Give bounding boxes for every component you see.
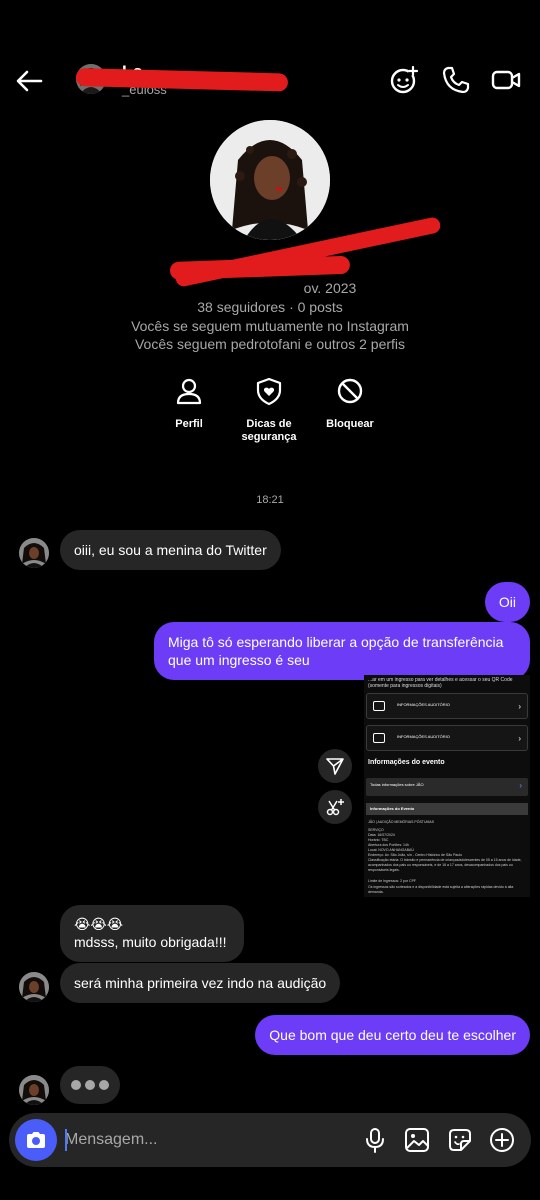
shot-all-info-bar: Todas informações sobre JÃO › (366, 778, 528, 796)
typing-dot (71, 1080, 81, 1090)
magic-edit-icon (326, 799, 344, 816)
shot-info-card: INFORMAÇÕES AUDITÓRIO › (366, 693, 528, 719)
sender-avatar[interactable] (19, 1075, 49, 1105)
profile-handle-line: ov. 2023 (303, 280, 357, 296)
sender-avatar[interactable] (19, 972, 49, 1002)
chevron-right-icon: › (518, 702, 521, 711)
person-icon (176, 378, 202, 405)
ticket-icon (373, 701, 385, 711)
camera-icon (27, 1132, 45, 1148)
shot-detail: Limite de ingressos: 2 por CPF (368, 879, 417, 883)
shot-event-line: JÃO | AUDIÇÃO MEMÓRIAS PÓSTUMAS (368, 820, 435, 824)
redaction-mark (75, 68, 289, 92)
mutual-follow-text: Vocês se seguem mutuamente no Instagram (131, 318, 409, 334)
chevron-right-icon: › (518, 734, 521, 743)
shot-section-title: Informações do evento (368, 759, 445, 766)
shot-intro-text: ...ar em um ingresso para ver detalhes e… (368, 677, 513, 689)
phone-icon[interactable] (440, 64, 472, 96)
chat-header: Lo _euloss (0, 50, 540, 110)
message-text: mdsss, muito obrigada!!! (74, 934, 227, 950)
message-timestamp: 18:21 (256, 494, 284, 506)
profile-stats: 38 seguidores · 0 posts (197, 299, 343, 315)
send-icon (326, 758, 344, 775)
incoming-message-group[interactable]: 😭😭😭 mdsss, muito obrigada!!! (60, 905, 244, 962)
incoming-message[interactable]: oiii, eu sou a menina do Twitter (60, 530, 281, 570)
shared-image[interactable]: ...ar em um ingresso para ver detalhes e… (364, 675, 530, 897)
common-followers-text: Vocês seguem pedrotofani e outros 2 perf… (134, 336, 406, 352)
typing-dot (85, 1080, 95, 1090)
profile-action-label: Perfil (175, 418, 203, 430)
chevron-right-icon: › (519, 781, 522, 790)
block-action[interactable]: Bloquear (305, 376, 395, 431)
shot-detail: Os ingressos são sorteados e a disponibi… (368, 885, 514, 894)
profile-action[interactable]: Perfil (144, 376, 234, 431)
follower-count: 38 (197, 299, 217, 315)
microphone-icon[interactable] (361, 1126, 389, 1154)
shot-info-card: INFORMAÇÕES AUDITÓRIO › (366, 725, 528, 751)
ticket-icon (373, 733, 385, 743)
sticker-icon[interactable] (446, 1126, 474, 1154)
emoji-line: 😭😭😭 (74, 916, 124, 932)
gallery-icon[interactable] (403, 1126, 431, 1154)
sender-avatar[interactable] (19, 538, 49, 568)
typing-indicator (60, 1066, 120, 1104)
add-icon[interactable] (488, 1126, 516, 1154)
shot-band: Informações do Evento (366, 803, 528, 815)
video-call-icon[interactable] (490, 64, 522, 96)
block-label: Bloquear (326, 418, 374, 430)
text-caret (65, 1129, 67, 1151)
typing-dot (99, 1080, 109, 1090)
back-arrow-icon[interactable] (14, 66, 44, 96)
shot-detail: Classificação etária: O trânsito e perma… (368, 858, 522, 872)
profile-avatar[interactable] (210, 120, 330, 240)
shield-icon (256, 377, 282, 406)
outgoing-message[interactable]: Miga tô só esperando liberar a opção de … (154, 622, 530, 680)
camera-button[interactable] (15, 1119, 57, 1161)
block-icon (337, 378, 363, 404)
ai-edit-button[interactable] (318, 790, 352, 824)
outgoing-message[interactable]: Que bom que deu certo deu te escolher (255, 1015, 530, 1055)
effects-icon[interactable] (388, 64, 420, 96)
incoming-message[interactable]: será minha primeira vez indo na audição (60, 963, 341, 1003)
safety-tips-action[interactable]: Dicas de segurança (224, 376, 314, 444)
message-input[interactable] (65, 1129, 335, 1151)
message-composer (9, 1113, 531, 1167)
safety-tips-label: Dicas de segurança (241, 418, 297, 443)
share-button[interactable] (318, 749, 352, 783)
outgoing-message[interactable]: Oii (484, 582, 530, 622)
